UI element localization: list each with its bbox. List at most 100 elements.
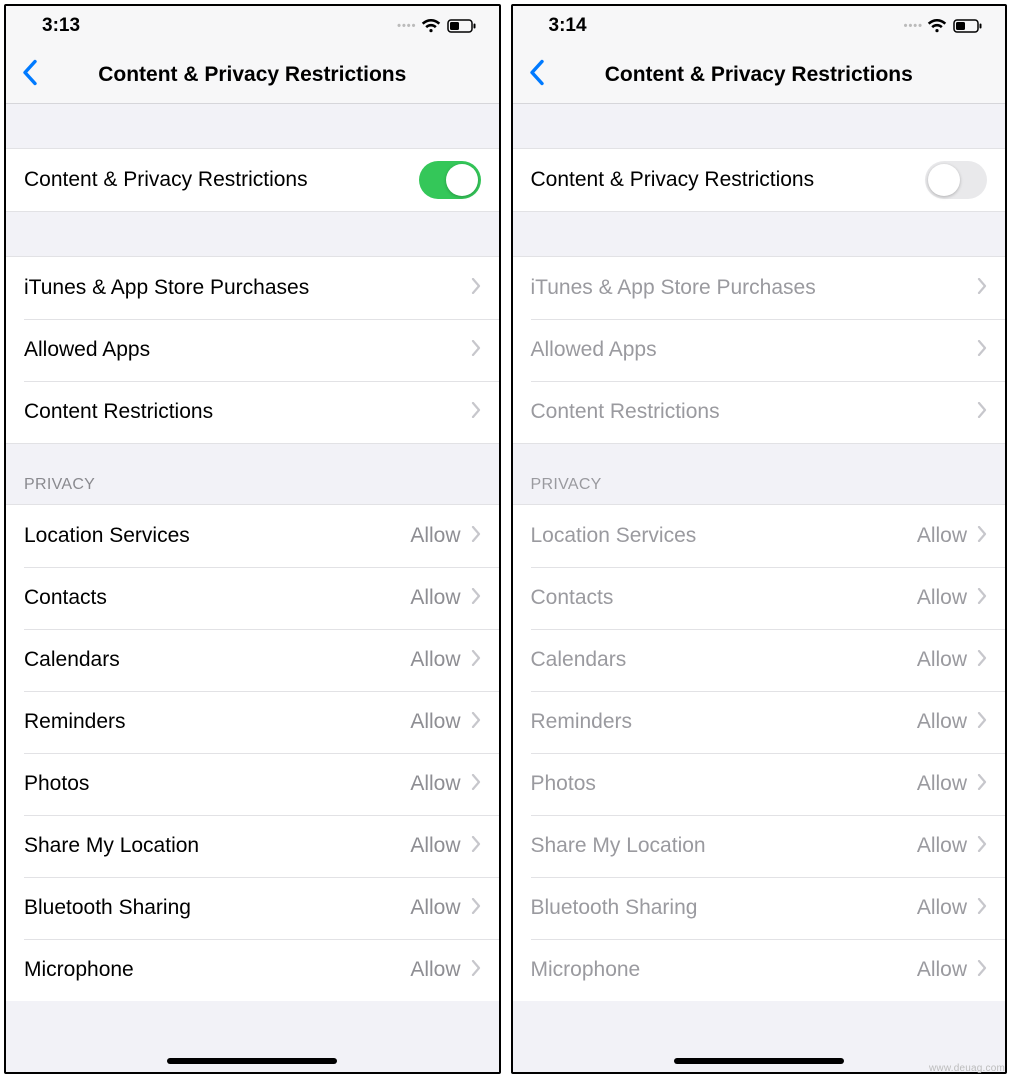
- chevron-right-icon: [471, 772, 481, 796]
- bluetooth-sharing-row[interactable]: Bluetooth Sharing Allow: [6, 877, 499, 939]
- chevron-right-icon: [977, 648, 987, 672]
- row-label: Reminders: [531, 710, 917, 734]
- reminders-row[interactable]: Reminders Allow: [6, 691, 499, 753]
- section-gap: [6, 212, 499, 256]
- section-gap: [513, 212, 1006, 256]
- reminders-row: Reminders Allow: [513, 691, 1006, 753]
- chevron-right-icon: [471, 524, 481, 548]
- row-label: Reminders: [24, 710, 410, 734]
- location-services-row[interactable]: Location Services Allow: [6, 505, 499, 567]
- row-label: Microphone: [24, 958, 410, 982]
- bluetooth-sharing-row: Bluetooth Sharing Allow: [513, 877, 1006, 939]
- status-bar: 3:13 ••••: [6, 6, 499, 46]
- photos-row[interactable]: Photos Allow: [6, 753, 499, 815]
- microphone-row: Microphone Allow: [513, 939, 1006, 1001]
- row-label: iTunes & App Store Purchases: [24, 276, 471, 300]
- cellular-dots-icon: ••••: [397, 20, 416, 32]
- clock: 3:13: [42, 15, 80, 37]
- row-value: Allow: [410, 586, 460, 610]
- row-label: Calendars: [24, 648, 410, 672]
- share-my-location-row: Share My Location Allow: [513, 815, 1006, 877]
- contacts-row[interactable]: Contacts Allow: [6, 567, 499, 629]
- privacy-section-header: PRIVACY: [6, 444, 499, 504]
- share-my-location-row[interactable]: Share My Location Allow: [6, 815, 499, 877]
- restrictions-switch[interactable]: [925, 161, 987, 199]
- chevron-right-icon: [977, 276, 987, 300]
- allowed-apps-row: Allowed Apps: [513, 319, 1006, 381]
- allowed-apps-row[interactable]: Allowed Apps: [6, 319, 499, 381]
- master-toggle-section: Content & Privacy Restrictions: [6, 148, 499, 212]
- content-restrictions-row: Content Restrictions: [513, 381, 1006, 443]
- row-value: Allow: [410, 958, 460, 982]
- row-value: Allow: [917, 772, 967, 796]
- back-button[interactable]: [523, 53, 551, 96]
- photos-row: Photos Allow: [513, 753, 1006, 815]
- chevron-right-icon: [471, 276, 481, 300]
- chevron-right-icon: [471, 400, 481, 424]
- cellular-dots-icon: ••••: [904, 20, 923, 32]
- home-indicator[interactable]: [167, 1058, 337, 1064]
- chevron-right-icon: [977, 586, 987, 610]
- row-label: Contacts: [24, 586, 410, 610]
- chevron-right-icon: [471, 958, 481, 982]
- row-label: Bluetooth Sharing: [24, 896, 410, 920]
- section-gap: [6, 104, 499, 148]
- restrictions-switch[interactable]: [419, 161, 481, 199]
- row-value: Allow: [410, 834, 460, 858]
- chevron-right-icon: [977, 772, 987, 796]
- chevron-right-icon: [977, 400, 987, 424]
- itunes-purchases-row[interactable]: iTunes & App Store Purchases: [6, 257, 499, 319]
- clock: 3:14: [549, 15, 587, 37]
- chevron-right-icon: [471, 338, 481, 362]
- row-label: Bluetooth Sharing: [531, 896, 917, 920]
- row-label: Allowed Apps: [24, 338, 471, 362]
- content-restrictions-row[interactable]: Content Restrictions: [6, 381, 499, 443]
- status-right: ••••: [397, 19, 476, 33]
- master-toggle-row[interactable]: Content & Privacy Restrictions: [513, 149, 1006, 211]
- privacy-section: Location Services Allow Contacts Allow C…: [6, 504, 499, 1001]
- restrictions-section: iTunes & App Store Purchases Allowed App…: [6, 256, 499, 444]
- privacy-section: Location Services Allow Contacts Allow C…: [513, 504, 1006, 1001]
- row-label: Content Restrictions: [24, 400, 471, 424]
- row-label: iTunes & App Store Purchases: [531, 276, 978, 300]
- watermark: www.deuag.com: [929, 1063, 1005, 1074]
- chevron-right-icon: [977, 338, 987, 362]
- row-label: Location Services: [24, 524, 410, 548]
- wifi-icon: [927, 19, 947, 33]
- itunes-purchases-row: iTunes & App Store Purchases: [513, 257, 1006, 319]
- row-value: Allow: [410, 648, 460, 672]
- phone-right: 3:14 •••• Content & Privacy Restrictions…: [511, 4, 1008, 1074]
- microphone-row[interactable]: Microphone Allow: [6, 939, 499, 1001]
- side-by-side-container: 3:13 •••• Content & Privacy Restrictions…: [0, 0, 1011, 1078]
- row-label: Share My Location: [24, 834, 410, 858]
- row-value: Allow: [410, 710, 460, 734]
- row-label: Photos: [24, 772, 410, 796]
- row-value: Allow: [917, 586, 967, 610]
- master-toggle-section: Content & Privacy Restrictions: [513, 148, 1006, 212]
- row-value: Allow: [917, 896, 967, 920]
- home-indicator[interactable]: [674, 1058, 844, 1064]
- section-gap: [513, 104, 1006, 148]
- chevron-right-icon: [471, 648, 481, 672]
- chevron-right-icon: [471, 586, 481, 610]
- master-toggle-row[interactable]: Content & Privacy Restrictions: [6, 149, 499, 211]
- location-services-row: Location Services Allow: [513, 505, 1006, 567]
- row-value: Allow: [917, 524, 967, 548]
- master-toggle-label: Content & Privacy Restrictions: [531, 168, 926, 192]
- row-label: Contacts: [531, 586, 917, 610]
- calendars-row[interactable]: Calendars Allow: [6, 629, 499, 691]
- chevron-right-icon: [977, 710, 987, 734]
- row-label: Microphone: [531, 958, 917, 982]
- chevron-right-icon: [977, 958, 987, 982]
- row-label: Location Services: [531, 524, 917, 548]
- chevron-right-icon: [977, 524, 987, 548]
- row-value: Allow: [917, 958, 967, 982]
- status-right: ••••: [904, 19, 983, 33]
- nav-bar: Content & Privacy Restrictions: [6, 46, 499, 104]
- restrictions-section: iTunes & App Store Purchases Allowed App…: [513, 256, 1006, 444]
- contacts-row: Contacts Allow: [513, 567, 1006, 629]
- battery-icon: [953, 19, 983, 33]
- row-label: Content Restrictions: [531, 400, 978, 424]
- back-button[interactable]: [16, 53, 44, 96]
- chevron-right-icon: [977, 834, 987, 858]
